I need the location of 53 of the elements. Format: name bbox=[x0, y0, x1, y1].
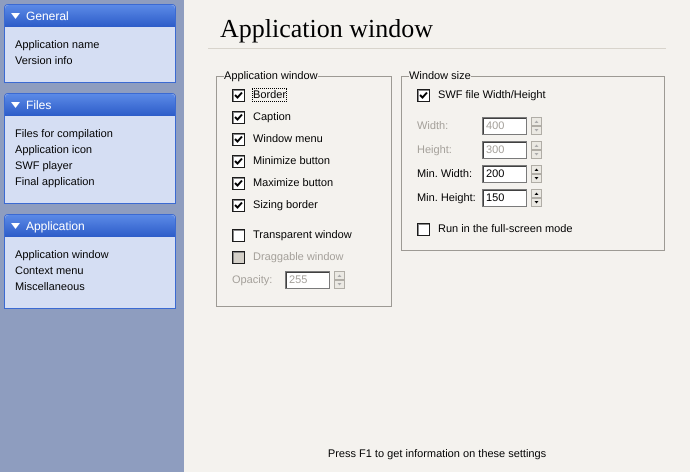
checkbox-label[interactable]: Sizing border bbox=[253, 199, 318, 211]
checkbox-label[interactable]: Caption bbox=[253, 111, 291, 123]
spin-arrows-icon[interactable] bbox=[531, 165, 542, 183]
number-field[interactable]: 200 bbox=[482, 165, 527, 183]
page-title: Application window bbox=[208, 14, 666, 49]
check-icon bbox=[234, 201, 243, 209]
group-title: Window size bbox=[409, 70, 471, 82]
checkbox-label[interactable]: Maximize button bbox=[253, 177, 334, 189]
checkbox[interactable] bbox=[232, 176, 245, 190]
check-icon bbox=[234, 135, 243, 143]
field-label: Min. Width: bbox=[417, 168, 474, 180]
sidebar-link[interactable]: Application window bbox=[15, 247, 166, 263]
hint-text: Press F1 to get information on these settings bbox=[326, 448, 548, 462]
checkbox-label[interactable]: Run in the full-screen mode bbox=[438, 223, 573, 235]
checkbox[interactable] bbox=[232, 154, 245, 168]
sidebar-link[interactable]: Application name bbox=[15, 37, 166, 53]
field-label: Width: bbox=[417, 120, 450, 132]
panel-header[interactable]: Application bbox=[5, 215, 175, 237]
sidebar-link[interactable]: SWF player bbox=[15, 158, 166, 174]
sidebar-link[interactable]: Miscellaneous bbox=[15, 279, 166, 295]
panel-header[interactable]: General bbox=[5, 5, 175, 27]
check-icon bbox=[234, 113, 243, 121]
sidebar-link[interactable]: Final application bbox=[15, 174, 166, 190]
check-icon bbox=[419, 91, 428, 99]
panel-header[interactable]: Files bbox=[5, 94, 175, 116]
checkbox-label[interactable]: Border bbox=[253, 89, 286, 101]
spin-arrows-icon[interactable] bbox=[531, 189, 542, 207]
checkbox-label[interactable]: SWF file Width/Height bbox=[438, 89, 546, 101]
checkbox[interactable] bbox=[232, 198, 245, 212]
checkbox[interactable] bbox=[232, 88, 245, 102]
checkbox[interactable] bbox=[417, 222, 430, 236]
checkbox[interactable] bbox=[232, 228, 245, 242]
number-field[interactable]: 150 bbox=[482, 189, 527, 207]
check-icon bbox=[234, 91, 243, 99]
field-label: Height: bbox=[417, 144, 453, 156]
sidebar-link[interactable]: Version info bbox=[15, 53, 166, 69]
caret-icon bbox=[11, 223, 20, 229]
caret-icon bbox=[11, 13, 20, 19]
checkbox-label[interactable]: Transparent window bbox=[253, 229, 352, 241]
field-label: Opacity: bbox=[232, 274, 274, 286]
sidebar-link[interactable]: Files for compilation bbox=[15, 126, 166, 142]
checkbox[interactable] bbox=[232, 110, 245, 124]
checkbox-label[interactable]: Window menu bbox=[253, 133, 323, 145]
checkbox-label[interactable]: Minimize button bbox=[253, 155, 330, 167]
check-icon bbox=[234, 157, 243, 165]
checkbox[interactable] bbox=[232, 132, 245, 146]
caret-icon bbox=[11, 102, 20, 108]
check-icon bbox=[234, 179, 243, 187]
sidebar-link[interactable]: Context menu bbox=[15, 263, 166, 279]
field-label: Min. Height: bbox=[417, 192, 477, 204]
checkbox[interactable] bbox=[417, 88, 430, 102]
sidebar-link[interactable]: Application icon bbox=[15, 142, 166, 158]
group-title: Application window bbox=[224, 70, 318, 82]
